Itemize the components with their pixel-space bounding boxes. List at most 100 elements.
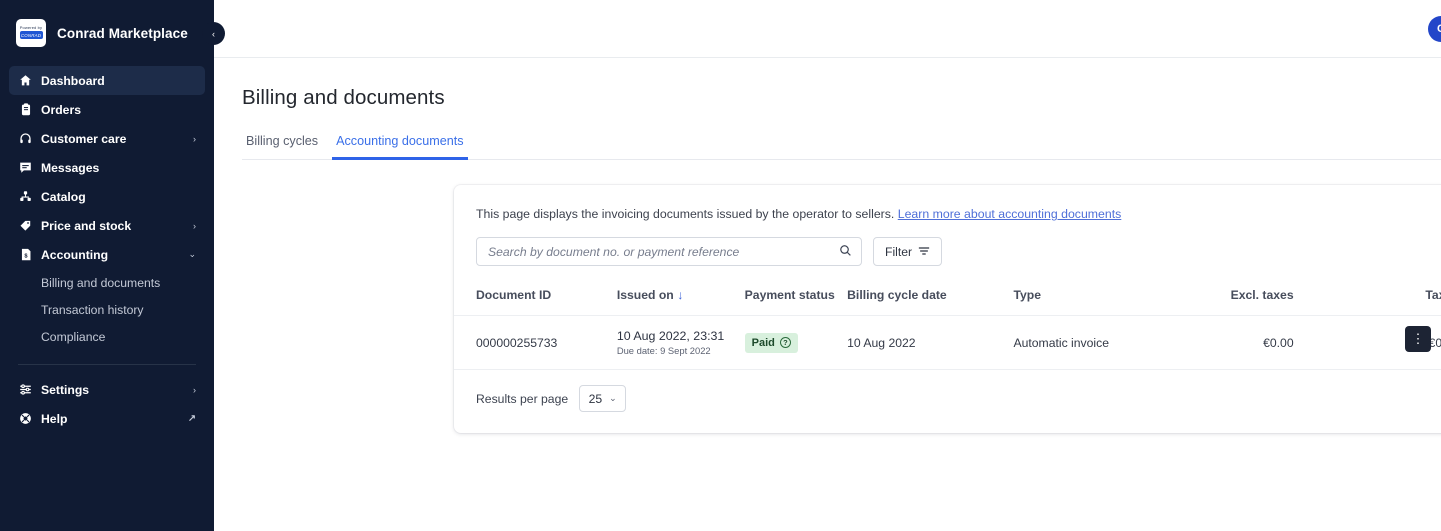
sidebar-item-label: Customer care: [41, 131, 127, 146]
sidebar-item-label: Dashboard: [41, 73, 105, 88]
sliders-icon: [17, 383, 34, 396]
sidebar-item-label: Price and stock: [41, 218, 132, 233]
external-link-icon: ↗: [188, 413, 196, 424]
app-root: Powered by CONRAD Conrad Marketplace ‹ D…: [0, 0, 1441, 531]
logo-mark-text: CONRAD: [19, 31, 43, 40]
page-header: Billing and documents Billing cycles Acc…: [214, 58, 1441, 160]
learn-more-link[interactable]: Learn more about accounting documents: [898, 207, 1122, 221]
col-type: Type: [1013, 288, 1042, 302]
cell-excl-taxes: €0.00: [1199, 315, 1379, 370]
sidebar-subitem-compliance[interactable]: Compliance: [9, 323, 205, 350]
sidebar-item-help[interactable]: Help ↗: [9, 404, 205, 433]
accounting-documents-card: This page displays the invoicing documen…: [454, 185, 1441, 433]
tab-label: Accounting documents: [336, 134, 464, 148]
chevron-right-icon: ›: [193, 133, 196, 144]
col-billing-cycle-date: Billing cycle date: [847, 288, 947, 302]
sidebar-nav: Dashboard Orders Customer care › Message…: [0, 66, 214, 433]
table-head: Document ID Issued on ↓ Payment status B…: [454, 282, 1441, 316]
tab-accounting-documents[interactable]: Accounting documents: [332, 129, 468, 160]
cell-document-id: 000000255733: [454, 315, 617, 370]
cell-payment-status: Paid ?: [744, 315, 848, 370]
sidebar-item-label: Accounting: [41, 247, 109, 262]
kebab-menu-icon: ⋮: [1411, 331, 1425, 346]
tab-bar: Billing cycles Accounting documents: [242, 129, 1441, 160]
col-issued-on[interactable]: Issued on ↓: [617, 282, 745, 316]
catalog-icon: [17, 190, 34, 203]
home-icon: [17, 74, 34, 87]
sidebar-item-catalog[interactable]: Catalog: [9, 182, 205, 211]
chevron-down-icon: ⌄: [609, 393, 617, 403]
sidebar-subitem-label: Compliance: [41, 329, 106, 344]
sidebar-item-messages[interactable]: Messages: [9, 153, 205, 182]
filter-button[interactable]: Filter: [873, 237, 943, 266]
results-per-page-label: Results per page: [476, 391, 569, 406]
headset-icon: [17, 132, 34, 145]
results-per-page-value: 25: [588, 391, 603, 406]
sidebar-item-accounting[interactable]: $ Accounting ⌄: [9, 240, 205, 269]
sidebar-item-price-and-stock[interactable]: Price and stock ›: [9, 211, 205, 240]
sidebar-item-label: Settings: [41, 382, 90, 397]
col-excl-taxes: Excl. taxes: [1230, 288, 1294, 302]
sidebar-item-label: Catalog: [41, 189, 86, 204]
topbar: C: [214, 0, 1441, 58]
sidebar-item-label: Messages: [41, 160, 100, 175]
invoice-icon: $: [17, 248, 34, 261]
toolbar: Filter 1 result: [454, 221, 1441, 266]
intro-text: This page displays the invoicing documen…: [476, 207, 895, 221]
main-content: C Billing and documents Billing cycles A…: [214, 0, 1441, 531]
search-input[interactable]: [488, 244, 839, 259]
cell-billing-cycle-date: 10 Aug 2022: [847, 315, 1014, 370]
chevron-right-icon: ›: [193, 384, 196, 395]
avatar[interactable]: C: [1428, 15, 1441, 42]
chevron-left-icon: ‹: [212, 28, 215, 39]
sidebar-item-label: Help: [41, 411, 68, 426]
brand[interactable]: Powered by CONRAD Conrad Marketplace: [0, 0, 214, 66]
sidebar: Powered by CONRAD Conrad Marketplace ‹ D…: [0, 0, 225, 531]
col-payment-status: Payment status: [744, 288, 835, 302]
sidebar-subitem-billing-and-documents[interactable]: Billing and documents: [9, 269, 205, 296]
sidebar-item-customer-care[interactable]: Customer care ›: [9, 124, 205, 153]
sidebar-item-orders[interactable]: Orders: [9, 95, 205, 124]
intro-text-row: This page displays the invoicing documen…: [454, 185, 1441, 221]
sidebar-collapse-button[interactable]: ‹: [202, 22, 225, 45]
table-row[interactable]: 000000255733 10 Aug 2022, 23:31 Due date…: [454, 315, 1441, 370]
tab-billing-cycles[interactable]: Billing cycles: [242, 129, 322, 160]
sidebar-subitem-transaction-history[interactable]: Transaction history: [9, 296, 205, 323]
cell-type: Automatic invoice: [1013, 315, 1200, 370]
table-body: 000000255733 10 Aug 2022, 23:31 Due date…: [454, 315, 1441, 370]
col-document-id: Document ID: [476, 288, 552, 302]
sidebar-subitem-label: Billing and documents: [41, 275, 161, 290]
tab-label: Billing cycles: [246, 134, 319, 148]
filter-label: Filter: [885, 244, 913, 259]
sidebar-subitem-label: Transaction history: [41, 302, 144, 317]
due-date-value: Due date: 9 Sept 2022: [616, 345, 711, 356]
search-icon[interactable]: [839, 244, 852, 260]
row-actions-button[interactable]: ⋮: [1405, 326, 1431, 352]
search-box[interactable]: [476, 237, 862, 266]
clipboard-icon: [17, 103, 34, 116]
col-taxes: Taxes: [1425, 288, 1441, 302]
accounting-documents-table: Document ID Issued on ↓ Payment status B…: [454, 282, 1441, 370]
logo-powered-text: Powered by: [19, 25, 43, 31]
table-footer: Results per page 25 ⌄: [454, 370, 1441, 427]
sidebar-item-dashboard[interactable]: Dashboard: [9, 66, 205, 95]
help-icon: [17, 412, 34, 425]
chevron-down-icon: ⌄: [188, 249, 196, 259]
brand-name: Conrad Marketplace: [57, 25, 188, 41]
avatar-initial: C: [1437, 22, 1441, 35]
page-title: Billing and documents: [242, 86, 445, 109]
cell-issued-on: 10 Aug 2022, 23:31 Due date: 9 Sept 2022: [616, 315, 745, 370]
filter-icon: [918, 245, 930, 259]
message-icon: [17, 161, 34, 174]
chevron-right-icon: ›: [193, 220, 196, 231]
brand-logo-icon: Powered by CONRAD: [16, 19, 46, 47]
help-circle-icon[interactable]: ?: [779, 337, 791, 348]
sidebar-item-label: Orders: [41, 102, 81, 117]
table-header-row: Document ID Issued on ↓ Payment status B…: [454, 282, 1441, 316]
status-badge-label: Paid: [751, 336, 775, 349]
issued-on-value: 10 Aug 2022, 23:31: [616, 329, 725, 343]
results-per-page-select[interactable]: 25 ⌄: [579, 385, 627, 412]
sidebar-divider: [18, 364, 196, 365]
status-badge: Paid ?: [744, 332, 798, 353]
sidebar-item-settings[interactable]: Settings ›: [9, 375, 205, 404]
